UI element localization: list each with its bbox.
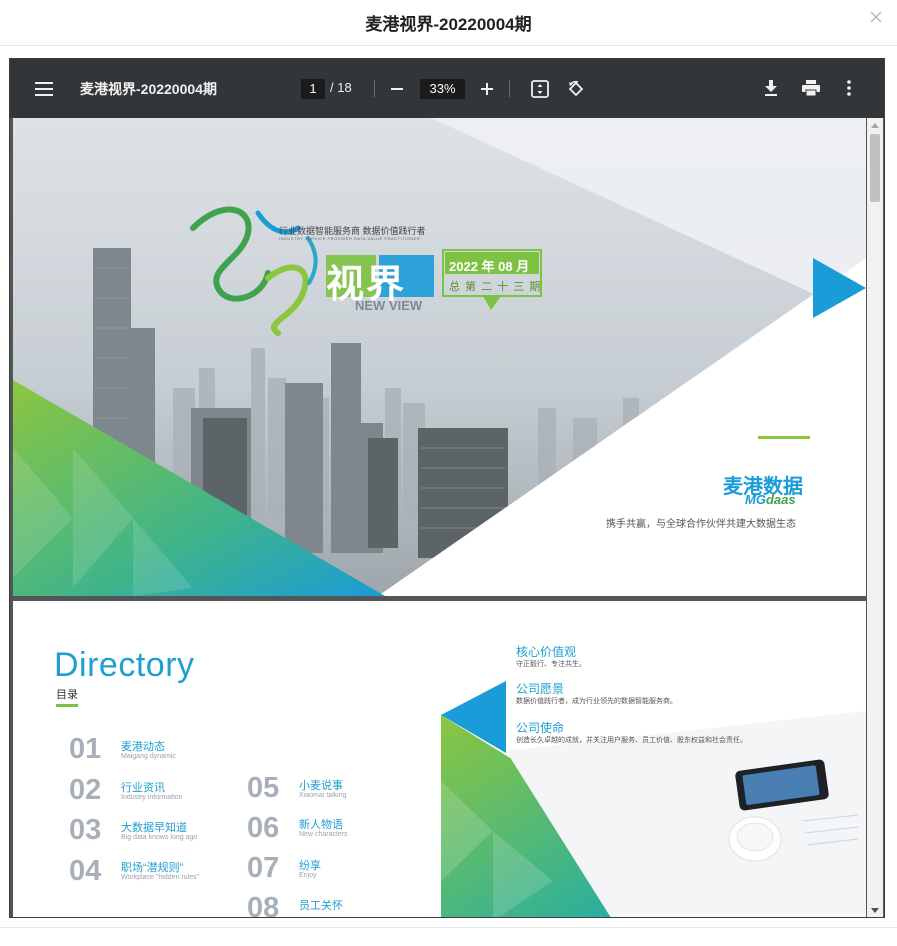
page-total: / 18: [330, 80, 352, 95]
document-area[interactable]: 行业数据智能服务商 数据价值践行者 INDUSTRY SERVICE PROVI…: [10, 118, 884, 918]
directory-item-sub: Enjoy: [299, 872, 317, 879]
directory-item-title: 大数据早知道: [121, 822, 187, 834]
directory-number: 04: [69, 855, 102, 887]
fit-page-icon[interactable]: [529, 78, 551, 100]
modal-footer: [0, 927, 897, 946]
pdf-viewer: 麦港视界-20220004期 1 / 18 33% 行业数据智能服务商 数据价值…: [9, 58, 885, 918]
scroll-up-icon[interactable]: [871, 123, 879, 128]
cover-tagline-en: INDUSTRY SERVICE PROVIDER DATA VALUE PRA…: [279, 236, 421, 241]
toolbar-divider: [374, 80, 375, 97]
brand-en-daas: daas: [765, 492, 796, 507]
close-icon[interactable]: [870, 11, 884, 27]
document-title: 麦港视界-20220004期: [80, 81, 217, 97]
cover-issue-date: 2022 年 08 月: [449, 259, 530, 274]
directory-number: 02: [69, 774, 102, 806]
more-options-icon[interactable]: [841, 78, 857, 98]
print-icon[interactable]: [800, 78, 822, 98]
directory-number: 05: [247, 772, 280, 804]
directory-item-title: 员工关怀: [299, 900, 343, 912]
directory-item-title: 纷享: [299, 860, 321, 872]
directory-number: 08: [247, 892, 280, 918]
scroll-down-icon[interactable]: [871, 908, 879, 913]
cover-logo-calligraphy: 麦港: [201, 290, 203, 291]
download-icon[interactable]: [761, 78, 781, 98]
menu-icon[interactable]: [34, 79, 54, 99]
brand-en-mg: MG: [745, 492, 766, 507]
vertical-scrollbar[interactable]: [867, 118, 883, 917]
directory-item-sub: Maigang dynamic: [121, 753, 176, 760]
toolbar-divider: [509, 80, 510, 97]
directory-item-sub: Workplace "hidden rules": [121, 874, 199, 881]
directory-number: 03: [69, 814, 102, 846]
directory-item-title: 小麦说事: [299, 780, 343, 792]
value-title: 公司愿景: [516, 682, 565, 696]
directory-title-cn: 目录: [56, 689, 78, 701]
directory-number: 01: [69, 733, 102, 765]
directory-number: 06: [247, 812, 280, 844]
scroll-thumb[interactable]: [870, 134, 880, 202]
pdf-toolbar: 麦港视界-20220004期 1 / 18 33%: [10, 59, 884, 118]
pdf-page-directory: Directory 目录 01 麦港动态 Maigang dynamic 02 …: [13, 601, 866, 918]
pdf-page-cover: 行业数据智能服务商 数据价值践行者 INDUSTRY SERVICE PROVI…: [13, 118, 866, 596]
directory-item-sub: Xiaomai talking: [299, 792, 347, 799]
value-title: 核心价值观: [516, 645, 577, 659]
value-description: 守正毅行、专注共生。: [516, 661, 586, 668]
directory-item-title: 职场“潜规则”: [121, 862, 184, 874]
directory-item-sub: Industry information: [121, 794, 183, 801]
page-number-input[interactable]: 1: [301, 79, 325, 99]
value-description: 创造长久卓越的成就，并关注用户服务、员工价值、股东权益和社会责任。: [516, 737, 747, 744]
directory-number: 07: [247, 852, 280, 884]
directory-item-title: 新人物语: [299, 819, 343, 831]
zoom-in-icon[interactable]: [477, 79, 497, 99]
zoom-input[interactable]: 33%: [420, 79, 465, 99]
directory-title: Directory: [54, 646, 195, 684]
directory-item-title: 行业资讯: [121, 782, 165, 794]
value-description: 数据价值践行者，成为行业领先的数据智能服务商。: [516, 698, 677, 705]
directory-item-sub: Big data knows long ago: [121, 834, 198, 841]
zoom-out-icon[interactable]: [387, 79, 407, 99]
value-title: 公司使命: [516, 721, 565, 735]
modal-header: 麦港视界-20220004期: [0, 0, 897, 46]
cover-new-view: NEW VIEW: [355, 298, 423, 313]
cover-slogan: 携手共赢，与全球合作伙伴共建大数据生态: [606, 519, 796, 530]
brand-name-en: MGdaas: [745, 492, 796, 507]
rotate-icon[interactable]: [565, 78, 587, 100]
directory-item-title: 麦港动态: [121, 741, 165, 753]
directory-item-sub: New characters: [299, 831, 348, 838]
cover-issue-number: 总 第 二 十 三 期: [449, 281, 542, 293]
modal-title: 麦港视界-20220004期: [365, 15, 532, 34]
